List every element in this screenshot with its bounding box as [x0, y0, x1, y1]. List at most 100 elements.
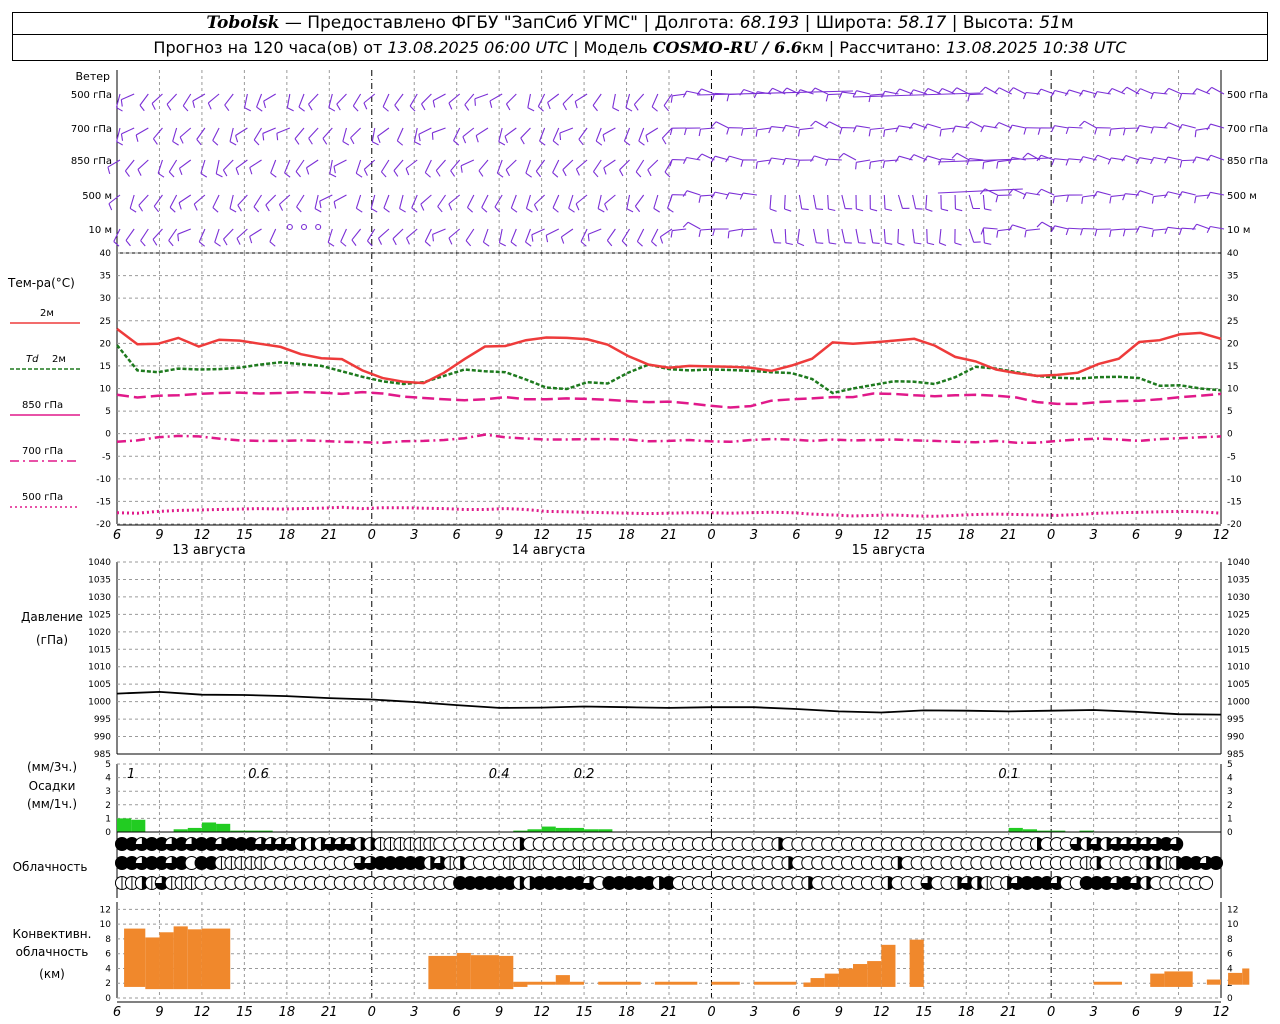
- wind-barb-shaft: [956, 152, 970, 161]
- convective-bar: [456, 952, 471, 990]
- conv-tick-left: 6: [105, 950, 111, 960]
- wind-barb-shaft: [192, 93, 206, 102]
- date-label: 14 августа: [512, 543, 586, 558]
- temp-hour-tick: 18: [279, 528, 296, 543]
- wind-barb-flag: [535, 170, 542, 178]
- wind-barb-shaft: [432, 93, 446, 102]
- temp-hour-tick: 3: [410, 528, 418, 543]
- wind-barb-flag: [1052, 196, 1055, 204]
- wind-barb-shaft: [784, 228, 787, 244]
- temp-hour-tick: 15: [236, 528, 253, 543]
- wind-barb-flag: [107, 166, 111, 174]
- wind-barb-flag: [1150, 157, 1155, 165]
- wind-barb-shaft: [982, 228, 985, 244]
- wind-barb-shaft: [420, 194, 432, 205]
- wind-barb-shaft: [534, 194, 545, 206]
- wind-barb-shaft: [856, 159, 871, 163]
- wind-barb-flag: [870, 208, 878, 212]
- wind-barb-flag: [179, 136, 184, 144]
- wind-barb-flag: [193, 203, 198, 211]
- wind-barb-flag: [651, 241, 658, 247]
- temp-hour-tick: 21: [661, 528, 678, 543]
- wind-barb-shaft: [166, 93, 178, 105]
- wind-barb-shaft: [1068, 227, 1083, 230]
- wind-barb-flag: [177, 234, 180, 242]
- cloud-cover-icon-fill: [1209, 856, 1223, 870]
- precip-bar: [569, 827, 585, 832]
- wind-barb-shaft: [212, 127, 220, 141]
- wind-barb-flag: [755, 129, 758, 137]
- wind-barb-flag: [406, 237, 410, 245]
- wind-barb-shaft: [785, 124, 800, 129]
- cloud-label: Облачность: [13, 860, 88, 874]
- wind-barb-flag: [952, 125, 956, 133]
- wind-barb-flag: [294, 138, 300, 145]
- wind-barb-flag: [575, 203, 580, 211]
- conv-hour-tick: 9: [835, 1005, 843, 1020]
- pres-tick-left: 985: [94, 750, 111, 760]
- precip-bar: [187, 827, 202, 832]
- prec-tick-right: 1: [1227, 814, 1233, 824]
- legend-t850-label: 850 гПа: [22, 400, 63, 411]
- wind-barb-shaft: [545, 228, 560, 236]
- wind-barb-flag: [340, 241, 347, 247]
- wind-barb-shaft: [770, 228, 775, 243]
- wind-barb-shaft: [382, 93, 390, 107]
- wind-barb-flag: [552, 140, 559, 146]
- precip-bar: [541, 826, 556, 832]
- prec-tick-right: 0: [1227, 828, 1233, 838]
- wind-barb-shaft: [279, 194, 291, 205]
- wind-barb-shaft: [576, 159, 588, 170]
- wind-barb-shaft: [153, 194, 163, 207]
- wind-barb-shaft: [742, 127, 757, 130]
- wind-barb-shaft: [595, 127, 602, 142]
- wind-barb-flag: [595, 140, 603, 146]
- wind-barb-flag: [1023, 127, 1027, 135]
- pres-tick-left: 1025: [88, 610, 111, 620]
- wind-barb-shaft: [178, 194, 192, 204]
- wind-barb-flag: [276, 133, 279, 141]
- wind-barb-flag: [223, 238, 228, 246]
- wind-barbs: [107, 86, 1225, 247]
- wind-barb-shaft: [525, 194, 531, 209]
- wind-barb-flag: [939, 242, 947, 246]
- precip-3h-label: 0.2: [574, 767, 595, 782]
- temp-tick-left: 10: [100, 385, 112, 395]
- wind-barb-shaft: [651, 93, 659, 108]
- wind-barb-flag: [151, 103, 156, 110]
- wind-barb-shaft: [193, 194, 206, 205]
- wind-barb-shaft: [969, 93, 984, 96]
- wind-barb-flag: [753, 91, 758, 99]
- wind-barb-flag: [1109, 128, 1112, 137]
- pressure-unit-label: (гПа): [36, 633, 68, 647]
- convective-bar: [810, 978, 825, 987]
- convective-bar: [853, 964, 868, 987]
- temp-hour-tick: 6: [792, 528, 800, 543]
- wind-barb-flag: [140, 240, 146, 247]
- wind-barb-shaft: [265, 194, 277, 206]
- wind-barb-shaft: [253, 127, 263, 141]
- wind-barb-flag: [356, 207, 363, 213]
- wind-barb-shaft: [140, 228, 149, 241]
- wind-barb-shaft: [351, 228, 362, 241]
- convective-bar: [881, 944, 896, 987]
- convective-bar: [499, 955, 514, 990]
- wind-barb-flag: [533, 204, 539, 212]
- wind-barb-flag: [235, 135, 239, 143]
- temp-hour-tick: 9: [1174, 528, 1182, 543]
- wind-barb-shaft: [179, 159, 192, 169]
- wind-barb-flag: [414, 141, 421, 146]
- wind-barb-flag: [578, 138, 584, 146]
- wind-barb-shaft: [714, 191, 729, 196]
- wind-barb-flag: [593, 171, 599, 178]
- wind-barb-shaft: [383, 194, 390, 209]
- wind-barb-flag: [562, 103, 567, 111]
- wind-barb-flag: [670, 230, 673, 238]
- wind-barb-shaft: [394, 93, 404, 106]
- wind-barb-flag: [559, 132, 562, 141]
- wind-barb-shaft: [306, 159, 319, 169]
- wind-barb-shaft: [619, 159, 630, 171]
- wind-barb-shaft: [1139, 125, 1154, 129]
- wind-barb-shaft: [1013, 87, 1027, 95]
- conv-hour-tick: 18: [958, 1005, 975, 1020]
